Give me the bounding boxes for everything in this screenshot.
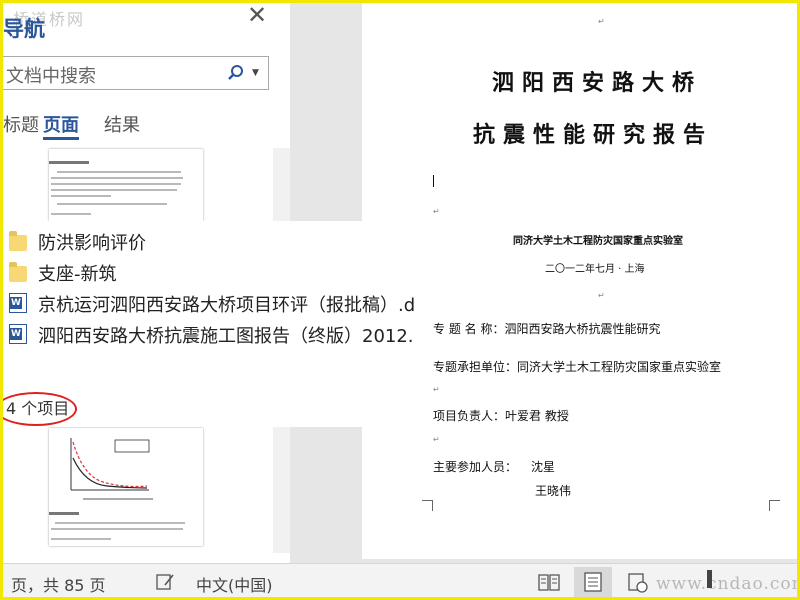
paragraph-mark: ↵ (433, 435, 440, 444)
folder-icon (9, 262, 27, 282)
tab-results[interactable]: 结果 (104, 111, 140, 137)
file-name: 防洪影响评价 (38, 233, 146, 254)
nav-pane-title: 导航 (3, 17, 45, 41)
document-title-line1: 泗阳西安路大桥 (492, 70, 703, 96)
paragraph-mark: ↵ (433, 207, 440, 216)
paragraph-mark: ↵ (598, 291, 605, 300)
close-icon[interactable]: ✕ (247, 3, 267, 29)
document-title-line2: 抗震性能研究报告 (473, 122, 714, 148)
field-unit: 专题承担单位：同济大学土木工程防灾国家重点实验室 (433, 360, 722, 374)
tab-headings[interactable]: 标题 (3, 111, 39, 137)
members-label: 主要参加人员： (433, 460, 518, 474)
file-name: 京杭运河泗阳西安路大桥项目环评（报批稿）.d (38, 295, 416, 316)
active-tab-indicator (43, 137, 79, 140)
proofing-icon[interactable] (156, 573, 176, 591)
crop-mark (422, 500, 433, 511)
status-bar: 页，共 85 页 中文(中国) www.cndao.com (3, 563, 800, 597)
field-topic: 专 题 名 称：泗阳西安路大桥抗震性能研究 (433, 322, 661, 336)
text-cursor (433, 175, 434, 187)
read-mode-icon[interactable] (530, 567, 568, 597)
page-thumbnail[interactable] (49, 149, 203, 221)
member-1: 沈星 (531, 460, 556, 474)
paragraph-mark: ↵ (433, 385, 440, 394)
crop-mark (769, 500, 780, 511)
watermark: www.cndao.com (656, 574, 800, 594)
web-layout-icon[interactable] (618, 567, 656, 597)
paragraph-mark: ↵ (598, 17, 605, 26)
file-name: 支座-新筑 (38, 264, 117, 285)
search-input[interactable]: 文档中搜索 ▼ (3, 56, 269, 90)
tab-pages[interactable]: 页面 (43, 111, 79, 137)
app-window: 桥道桥网 导航 ✕ 文档中搜索 ▼ 标题 页面 结果 ↵ 泗阳西安路大桥 抗震性… (0, 0, 800, 600)
document-lab: 同济大学土木工程防灾国家重点实验室 (513, 236, 683, 247)
word-document-icon: W (9, 324, 27, 344)
field-leader: 项目负责人：叶爱君 教授 (433, 409, 569, 423)
page-count[interactable]: 页，共 85 页 (11, 572, 106, 596)
page-thumbnail[interactable] (49, 428, 203, 546)
folder-icon (9, 231, 27, 251)
word-document-icon: W (9, 293, 27, 313)
zoom-slider-thumb[interactable] (707, 570, 712, 588)
search-icon[interactable] (226, 63, 246, 83)
search-placeholder: 文档中搜索 (6, 66, 96, 87)
print-layout-icon[interactable] (574, 567, 612, 597)
field-members: 主要参加人员： 沈星 (433, 458, 555, 475)
language-indicator[interactable]: 中文(中国) (196, 572, 273, 596)
chevron-down-icon[interactable]: ▼ (252, 68, 259, 78)
member-2: 王晓伟 (535, 484, 572, 498)
thumbnail-chart (49, 438, 185, 540)
document-date: 二〇一二年七月 · 上海 (545, 264, 645, 275)
file-name: 泗阳西安路大桥抗震施工图报告（终版）2012. (38, 326, 414, 347)
